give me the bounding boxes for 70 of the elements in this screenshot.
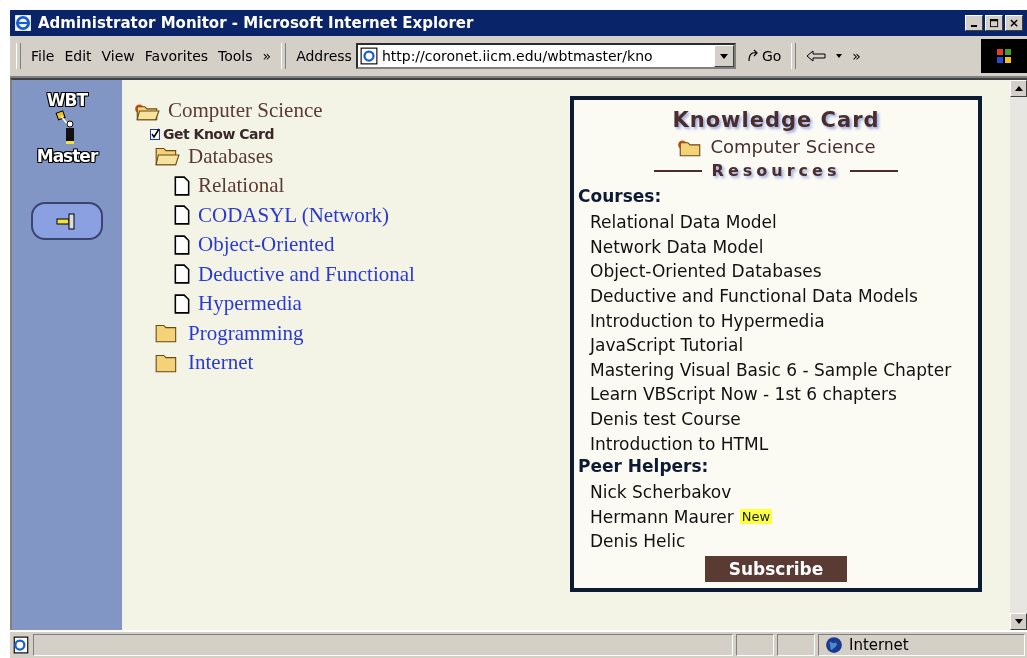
caret-icon[interactable]: [836, 54, 843, 58]
logo-text: Master: [36, 146, 98, 166]
tree-item[interactable]: Programming: [188, 320, 304, 346]
resource-link[interactable]: Mastering Visual Basic 6 - Sample Chapter: [590, 359, 952, 380]
curved-arrow-icon: [745, 49, 760, 63]
address-label: Address: [296, 48, 352, 64]
resource-link[interactable]: Relational Data Model: [590, 212, 777, 233]
open-folder-icon: [154, 146, 180, 167]
menu-overflow-button[interactable]: »: [262, 48, 272, 64]
group-heading: Peer Helpers:: [578, 455, 710, 478]
minimize-button[interactable]: [965, 15, 983, 31]
page-icon: [174, 234, 190, 255]
address-field[interactable]: http://coronet.iicm.edu/wbtmaster/kno: [355, 43, 736, 69]
status-panel: [777, 634, 815, 656]
new-badge: New: [739, 509, 773, 525]
resource-link[interactable]: Introduction to Hypermedia: [590, 310, 825, 331]
resource-link[interactable]: Nick Scherbakov: [590, 482, 732, 503]
page-icon: [174, 175, 190, 196]
card-title: Knowledge Card: [671, 108, 881, 132]
checkbox-icon: [150, 127, 160, 140]
vertical-scrollbar[interactable]: [1010, 80, 1027, 630]
group-heading: Courses:: [578, 186, 663, 208]
page-icon: [174, 293, 190, 314]
tree-item[interactable]: Relational: [198, 173, 285, 199]
menu-item[interactable]: Favorites: [144, 48, 209, 64]
back-arrow-icon[interactable]: [806, 50, 827, 62]
go-button[interactable]: Go: [745, 48, 782, 64]
page-icon: [359, 47, 378, 65]
resource-link[interactable]: Denis test Course: [590, 409, 741, 430]
resource-link[interactable]: Hermann Maurer: [590, 506, 734, 527]
section-heading: Resources: [711, 161, 841, 180]
down-arrow-icon[interactable]: [1014, 619, 1023, 624]
window-title: Administrator Monitor - Microsoft Internet Explorer: [38, 14, 475, 32]
minimize-icon: [971, 25, 977, 27]
tree-item[interactable]: Hypermedia: [198, 291, 302, 317]
resource-link[interactable]: Learn VBScript Now - 1st 6 chapters: [590, 384, 897, 405]
logo-text: WBT: [46, 90, 88, 110]
page-icon: [174, 205, 190, 226]
maximize-button[interactable]: [985, 15, 1003, 31]
tree-item[interactable]: Computer Science: [168, 98, 323, 124]
tree-item[interactable]: Object-Oriented: [198, 232, 335, 258]
browser-icon: [14, 14, 32, 32]
resource-link[interactable]: Object-Oriented Databases: [590, 261, 822, 282]
tree-item[interactable]: Databases: [188, 143, 274, 169]
tree-item[interactable]: CODASYL (Network): [198, 202, 390, 228]
maximize-icon: [989, 18, 999, 28]
tree-item[interactable]: Internet: [188, 350, 254, 376]
zone-label: Internet: [849, 636, 909, 654]
menu-item[interactable]: Edit: [64, 48, 92, 64]
resource-link[interactable]: Introduction to HTML: [590, 433, 769, 454]
status-panel: [736, 634, 774, 656]
get-know-card-link[interactable]: Get Know Card: [150, 125, 274, 142]
close-icon: [1009, 18, 1019, 28]
toolbar-overflow-button[interactable]: »: [852, 48, 861, 64]
tree-item[interactable]: Deductive and Functional: [198, 261, 415, 287]
resource-link[interactable]: JavaScript Tutorial: [590, 335, 744, 356]
hammer-button[interactable]: [31, 202, 103, 240]
subscribe-button[interactable]: Subscribe: [704, 555, 848, 582]
card-topic: Computer Science: [710, 136, 876, 157]
close-button[interactable]: [1005, 15, 1023, 31]
menu-item[interactable]: File: [31, 48, 55, 64]
menu-item[interactable]: Tools: [218, 48, 253, 64]
resource-link[interactable]: Deductive and Functional Data Models: [590, 286, 918, 307]
resource-link[interactable]: Network Data Model: [590, 236, 764, 257]
windows-logo-icon: [981, 39, 1027, 73]
resource-link[interactable]: Denis Helic: [590, 531, 686, 552]
page-icon: [174, 264, 190, 285]
menu-item[interactable]: View: [101, 48, 135, 64]
up-arrow-icon[interactable]: [1014, 86, 1023, 91]
globe-icon: [825, 636, 843, 654]
